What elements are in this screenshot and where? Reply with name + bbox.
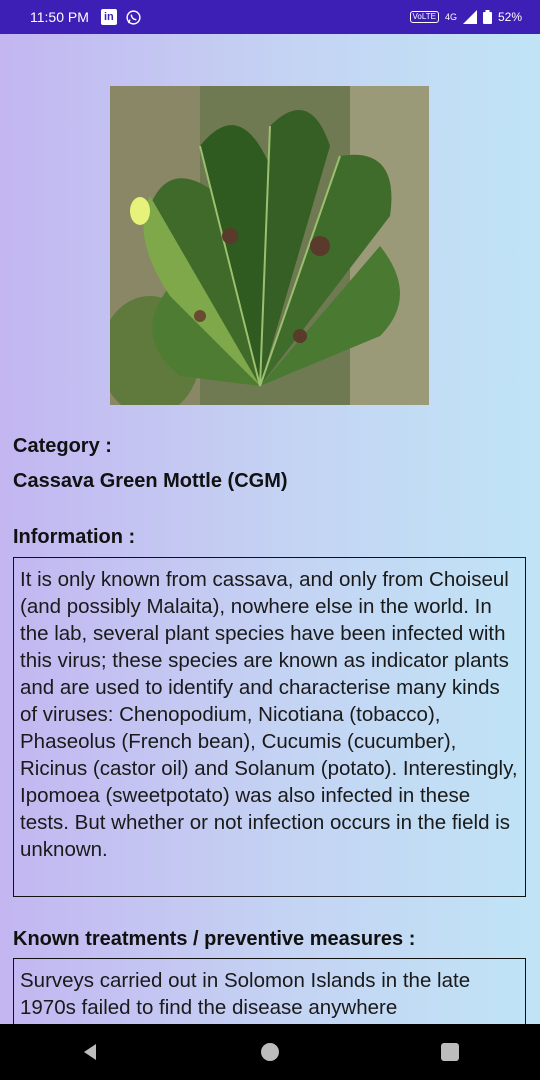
disease-detail-screen: Category : Cassava Green Mottle (CGM) In…	[0, 34, 540, 1024]
status-left: 11:50 PM in	[30, 9, 142, 26]
treatments-label: Known treatments / preventive measures :	[13, 928, 416, 950]
battery-icon	[482, 10, 492, 24]
information-text: It is only known from cassava, and only …	[13, 557, 526, 897]
volte-icon: VoLTE	[409, 11, 439, 23]
navigation-bar	[0, 1024, 540, 1080]
information-label: Information :	[13, 526, 136, 548]
recents-icon	[441, 1043, 459, 1061]
linkedin-icon: in	[100, 9, 117, 25]
home-button[interactable]	[240, 1032, 300, 1072]
whatsapp-icon	[126, 9, 141, 25]
signal-icon	[462, 10, 477, 24]
back-button[interactable]	[60, 1032, 120, 1072]
treatments-text: Surveys carried out in Solomon Islands i…	[13, 958, 526, 1024]
status-right: VoLTE 4G 52%	[409, 10, 522, 24]
cassava-leaf-photo	[110, 86, 429, 405]
category-label: Category :	[13, 435, 112, 457]
status-time: 11:50 PM	[30, 9, 89, 25]
network-label: 4G	[444, 12, 457, 22]
status-bar: 11:50 PM in VoLTE 4G 52%	[0, 0, 540, 34]
back-icon	[84, 1044, 96, 1060]
battery-percent: 52%	[497, 10, 522, 24]
category-value: Cassava Green Mottle (CGM)	[13, 470, 288, 492]
home-icon	[261, 1043, 279, 1061]
recents-button[interactable]	[420, 1032, 480, 1072]
